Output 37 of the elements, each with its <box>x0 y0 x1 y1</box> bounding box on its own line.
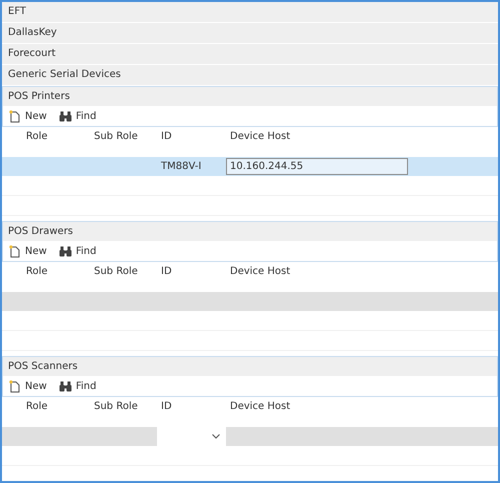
binoculars-icon <box>58 380 72 392</box>
column-header: Role <box>25 266 49 277</box>
table-cell-text: TM88V-I <box>160 160 202 174</box>
group-header[interactable]: DallasKey <box>2 23 498 43</box>
table-row[interactable] <box>2 292 498 311</box>
new-document-icon <box>9 110 21 122</box>
new-button[interactable]: New <box>7 380 49 392</box>
column-header: Sub Role <box>93 401 139 412</box>
column-header: Sub Role <box>93 266 139 277</box>
column-header: ID <box>160 266 173 277</box>
column-header: Role <box>25 131 49 142</box>
find-button[interactable]: Find <box>56 380 98 392</box>
table-row[interactable] <box>2 427 498 446</box>
column-header: Device Host <box>229 266 292 277</box>
column-header: ID <box>160 401 173 412</box>
section-header[interactable]: POS Printers <box>3 87 497 106</box>
section-header[interactable]: POS Drawers <box>3 222 497 241</box>
column-header: Device Host <box>229 401 292 412</box>
chevron-down-icon <box>212 434 220 439</box>
group-header[interactable]: Forecourt <box>2 44 498 64</box>
device-host-field[interactable]: 10.160.244.55 <box>226 158 408 175</box>
find-button[interactable]: Find <box>56 246 98 256</box>
find-button[interactable]: Find <box>56 110 98 122</box>
table-row[interactable]: TM88V-I 10.160.244.55 <box>2 157 498 176</box>
new-button[interactable]: New <box>7 244 49 258</box>
column-header: Sub Role <box>93 131 139 142</box>
column-header: ID <box>160 131 173 142</box>
group-header[interactable]: EFT <box>2 2 498 22</box>
new-document-icon <box>9 380 21 392</box>
section-header[interactable]: POS Scanners <box>3 357 497 376</box>
column-header: Device Host <box>229 131 292 142</box>
binoculars-icon <box>58 110 72 122</box>
group-header[interactable]: Generic Serial Devices <box>2 65 498 85</box>
column-header: Role <box>25 401 49 412</box>
binoculars-icon <box>58 246 72 256</box>
new-button[interactable]: New <box>7 110 49 122</box>
new-document-icon <box>9 244 21 258</box>
